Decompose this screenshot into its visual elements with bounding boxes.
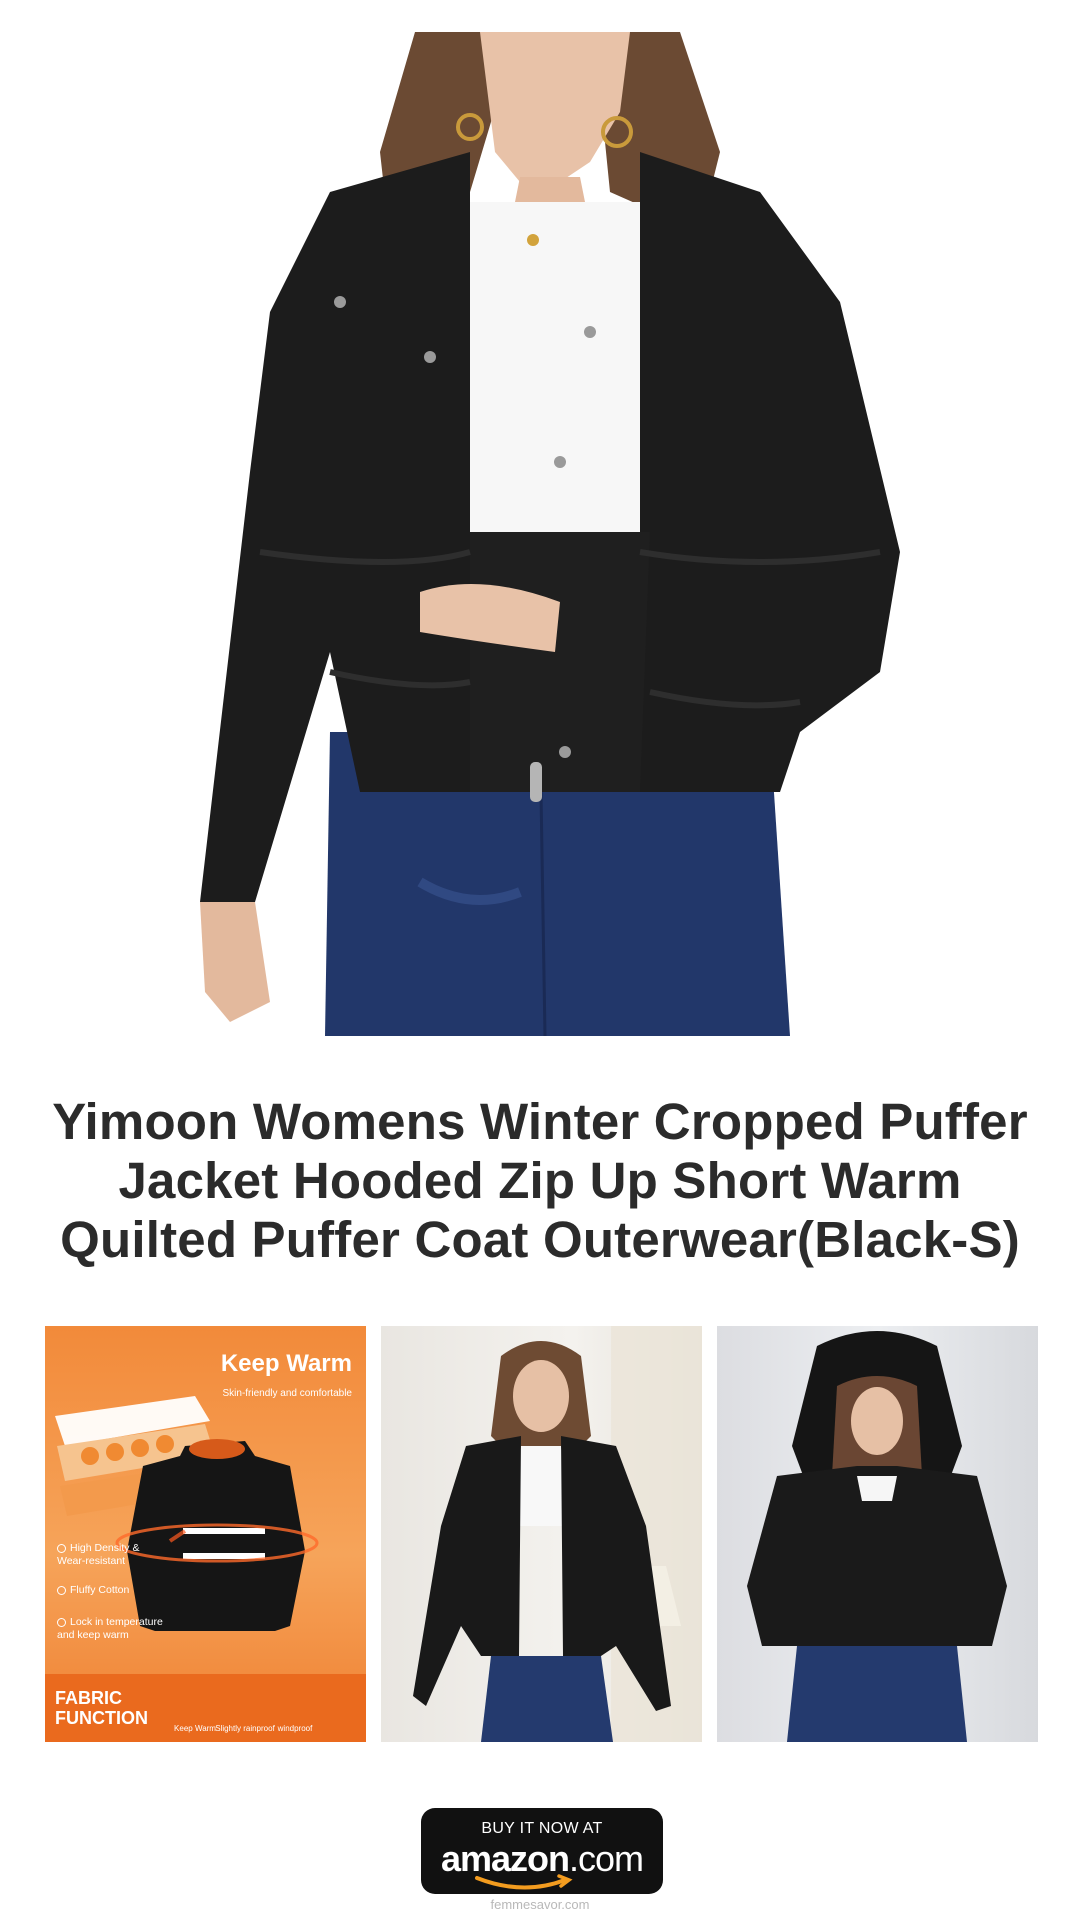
feature-fluffy-cotton: Fluffy Cotton <box>57 1584 167 1597</box>
amazon-brand-suffix: .com <box>569 1838 644 1879</box>
thumbnail-fabric-function[interactable]: Keep Warm Skin-friendly and comfortable <box>45 1326 366 1742</box>
banner-line-2: FUNCTION <box>55 1708 148 1728</box>
product-title-line-3: Quilted Puffer Coat Outerwear(Black-S) <box>60 1211 1020 1268</box>
site-footer[interactable]: femmesavor.com <box>0 1897 1080 1912</box>
buy-it-now-label: BUY IT NOW AT <box>481 1820 603 1837</box>
check-icon <box>57 1544 66 1553</box>
banner-line-1: FABRIC <box>55 1688 122 1708</box>
fabric-function-label: FABRIC FUNCTION <box>55 1688 148 1728</box>
model-front-photo <box>413 1326 702 1742</box>
thumbnail-model-hood[interactable] <box>717 1326 1038 1742</box>
buy-on-amazon-button[interactable]: BUY IT NOW AT amazon.com <box>421 1808 663 1894</box>
check-icon <box>57 1618 66 1627</box>
product-title-line-2: Jacket Hooded Zip Up Short Warm <box>118 1152 962 1209</box>
thumbnail-gallery: Keep Warm Skin-friendly and comfortable <box>45 1326 1038 1742</box>
feature-label: Fluffy Cotton <box>70 1584 130 1596</box>
fabric-function-banner: FABRIC FUNCTION Keep Warm Slightly rainp… <box>45 1674 366 1742</box>
feature-label: Lock in temperature and keep warm <box>57 1616 163 1641</box>
product-title-line-1: Yimoon Womens Winter Cropped Puffer <box>52 1093 1028 1150</box>
hero-product-image <box>0 32 1080 1036</box>
check-icon <box>57 1586 66 1595</box>
amazon-smile-icon <box>475 1874 573 1890</box>
feature-label: High Density & Wear-resistant <box>57 1542 140 1567</box>
feature-lock-temperature: Lock in temperature and keep warm <box>57 1616 167 1642</box>
thumbnail-model-front[interactable] <box>381 1326 702 1742</box>
product-title: Yimoon Womens Winter Cropped Puffer Jack… <box>40 1092 1040 1269</box>
icon-caption-windproof: windproof <box>277 1724 313 1733</box>
amazon-brand: amazon <box>440 1838 570 1879</box>
feature-high-density: High Density & Wear-resistant <box>57 1542 167 1568</box>
model-hood-photo <box>747 1331 1007 1742</box>
